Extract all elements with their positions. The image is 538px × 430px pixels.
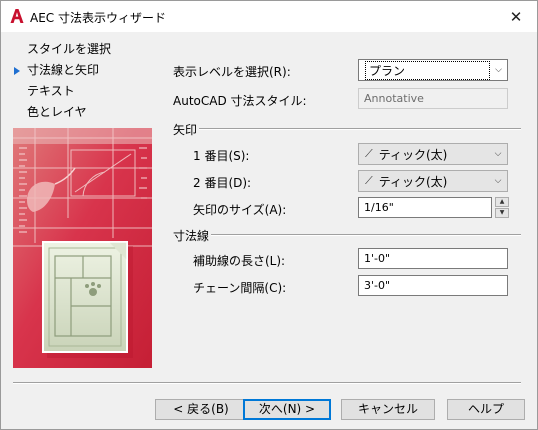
step-color-layer[interactable]: 色とレイヤ [12, 102, 152, 123]
step-select-style[interactable]: スタイルを選択 [12, 39, 152, 60]
first-arrow-dropdown[interactable]: ⟋ ティック(太) ⌵ [358, 143, 508, 165]
dimline-section-title: 寸法線 [173, 229, 210, 243]
chevron-down-icon: ⌵ [494, 149, 502, 159]
footer-divider [13, 382, 521, 384]
chevron-down-icon: ⌵ [494, 176, 502, 186]
display-level-label: 表示レベルを選択(R): [173, 65, 291, 79]
arrow-size-label: 矢印のサイズ(A): [193, 203, 287, 217]
tick-arrow-icon: ⟋ [365, 147, 373, 160]
title-bar[interactable]: AEC 寸法表示ウィザード ✕ [1, 1, 537, 32]
arrows-section-title: 矢印 [173, 123, 198, 137]
chain-spacing-label: チェーン間隔(C): [193, 281, 287, 295]
autocad-style-label: AutoCAD 寸法スタイル: [173, 94, 307, 108]
close-icon: ✕ [509, 8, 523, 26]
step-label: テキスト [27, 84, 75, 98]
close-button[interactable]: ✕ [499, 3, 533, 31]
step-label: スタイルを選択 [27, 42, 112, 56]
autocad-style-field: Annotative [358, 88, 508, 109]
arrow-size-input[interactable]: 1/16" [358, 197, 492, 218]
autocad-style-value: Annotative [364, 92, 424, 105]
step-dimlines-arrows[interactable]: 寸法線と矢印 [12, 60, 152, 81]
step-label: 色とレイヤ [27, 105, 87, 119]
wizard-steps: スタイルを選択 寸法線と矢印 テキスト 色とレイヤ [12, 39, 152, 123]
next-button[interactable]: 次へ(N) > [243, 399, 331, 420]
triangle-right-icon [14, 67, 20, 75]
ext-length-input[interactable]: 1'-0" [358, 248, 508, 269]
second-arrow-dropdown[interactable]: ⟋ ティック(太) ⌵ [358, 170, 508, 192]
step-label: 寸法線と矢印 [27, 63, 100, 77]
first-arrow-label: 1 番目(S): [193, 149, 250, 163]
step-text[interactable]: テキスト [12, 81, 152, 102]
autocad-a-icon [10, 9, 24, 23]
display-level-dropdown[interactable]: プラン ⌵ [358, 59, 508, 81]
tick-arrow-icon: ⟋ [365, 174, 373, 187]
spin-down-icon[interactable]: ▼ [495, 208, 509, 218]
arrow-size-spinner[interactable]: ▲ ▼ [495, 197, 509, 218]
wizard-illustration [13, 128, 152, 368]
wizard-window: AEC 寸法表示ウィザード ✕ スタイルを選択 寸法線と矢印 テキスト 色とレイ… [0, 0, 538, 430]
ext-length-label: 補助線の長さ(L): [193, 254, 286, 268]
back-button[interactable]: < 戻る(B) [155, 399, 247, 420]
dimline-section-divider [211, 234, 521, 236]
help-button[interactable]: ヘルプ [447, 399, 525, 420]
arrows-section-divider [199, 128, 521, 130]
ext-length-value: 1'-0" [364, 252, 391, 265]
chevron-down-icon: ⌵ [495, 65, 502, 75]
cancel-button[interactable]: キャンセル [341, 399, 435, 420]
second-arrow-label: 2 番目(D): [193, 176, 252, 190]
display-level-value: プラン [365, 60, 490, 80]
first-arrow-value: ティック(太) [378, 147, 448, 162]
arrow-size-value: 1/16" [364, 201, 394, 214]
window-title: AEC 寸法表示ウィザード [30, 11, 166, 25]
chain-spacing-input[interactable]: 3'-0" [358, 275, 508, 296]
spin-up-icon[interactable]: ▲ [495, 197, 509, 207]
second-arrow-value: ティック(太) [378, 174, 448, 189]
chain-spacing-value: 3'-0" [364, 279, 391, 292]
